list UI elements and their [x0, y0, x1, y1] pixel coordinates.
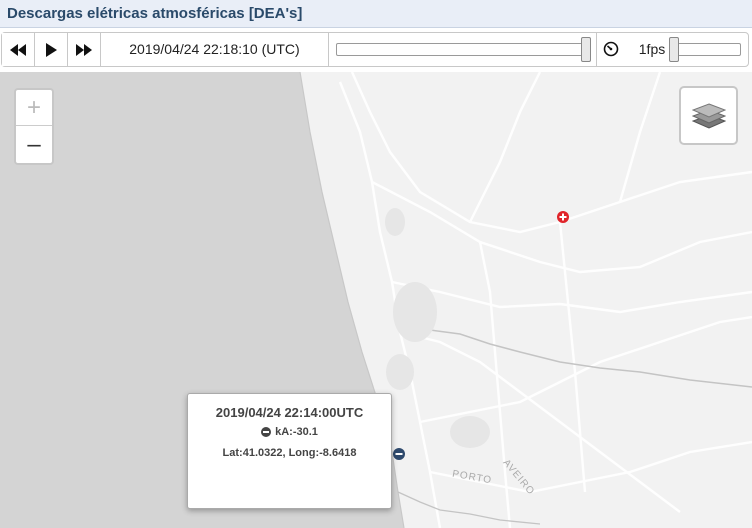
plus-icon: [559, 213, 567, 221]
fast-forward-icon: [76, 43, 92, 56]
minus-circle-icon: [261, 427, 272, 437]
title-bar: Descargas elétricas atmosféricas [DEA's]: [0, 0, 752, 28]
speed-slider[interactable]: [669, 37, 741, 62]
controls-divider: [596, 33, 597, 66]
time-slider-thumb[interactable]: [581, 37, 591, 62]
minus-icon: [395, 453, 403, 455]
playback-controls: 2019/04/24 22:18:10 (UTC) 1fps: [1, 32, 749, 67]
time-slider[interactable]: [336, 37, 591, 62]
play-button[interactable]: [35, 33, 68, 66]
current-time-display: 2019/04/24 22:18:10 (UTC): [101, 33, 329, 66]
zoom-control: + –: [14, 88, 54, 165]
fast-forward-button[interactable]: [68, 33, 101, 66]
speedometer-icon: [603, 41, 619, 57]
negative-discharge-marker[interactable]: [393, 448, 405, 460]
play-icon: [46, 42, 57, 57]
speed-label: 1fps: [638, 41, 666, 57]
zoom-out-button[interactable]: –: [16, 127, 52, 163]
speed-slider-thumb[interactable]: [669, 37, 679, 62]
popup-coords: Lat:41.0322, Long:-8.6418: [222, 447, 357, 459]
layers-button[interactable]: [679, 86, 738, 145]
rewind-icon: [10, 43, 26, 56]
popup-ka-row: kA:-30.1: [188, 426, 391, 438]
window-title: Descargas elétricas atmosféricas [DEA's]: [7, 5, 303, 22]
rewind-button[interactable]: [2, 33, 35, 66]
discharge-popup: 2019/04/24 22:14:00UTC kA:-30.1 Lat:41.0…: [187, 393, 392, 509]
speed-slider-track[interactable]: [669, 43, 741, 56]
zoom-in-button[interactable]: +: [16, 90, 52, 126]
popup-time: 2019/04/24 22:14:00UTC: [215, 405, 364, 420]
popup-ka: kA:-30.1: [275, 426, 318, 438]
layers-icon: [691, 102, 726, 129]
time-slider-track[interactable]: [336, 43, 591, 56]
positive-discharge-marker[interactable]: [557, 211, 569, 223]
